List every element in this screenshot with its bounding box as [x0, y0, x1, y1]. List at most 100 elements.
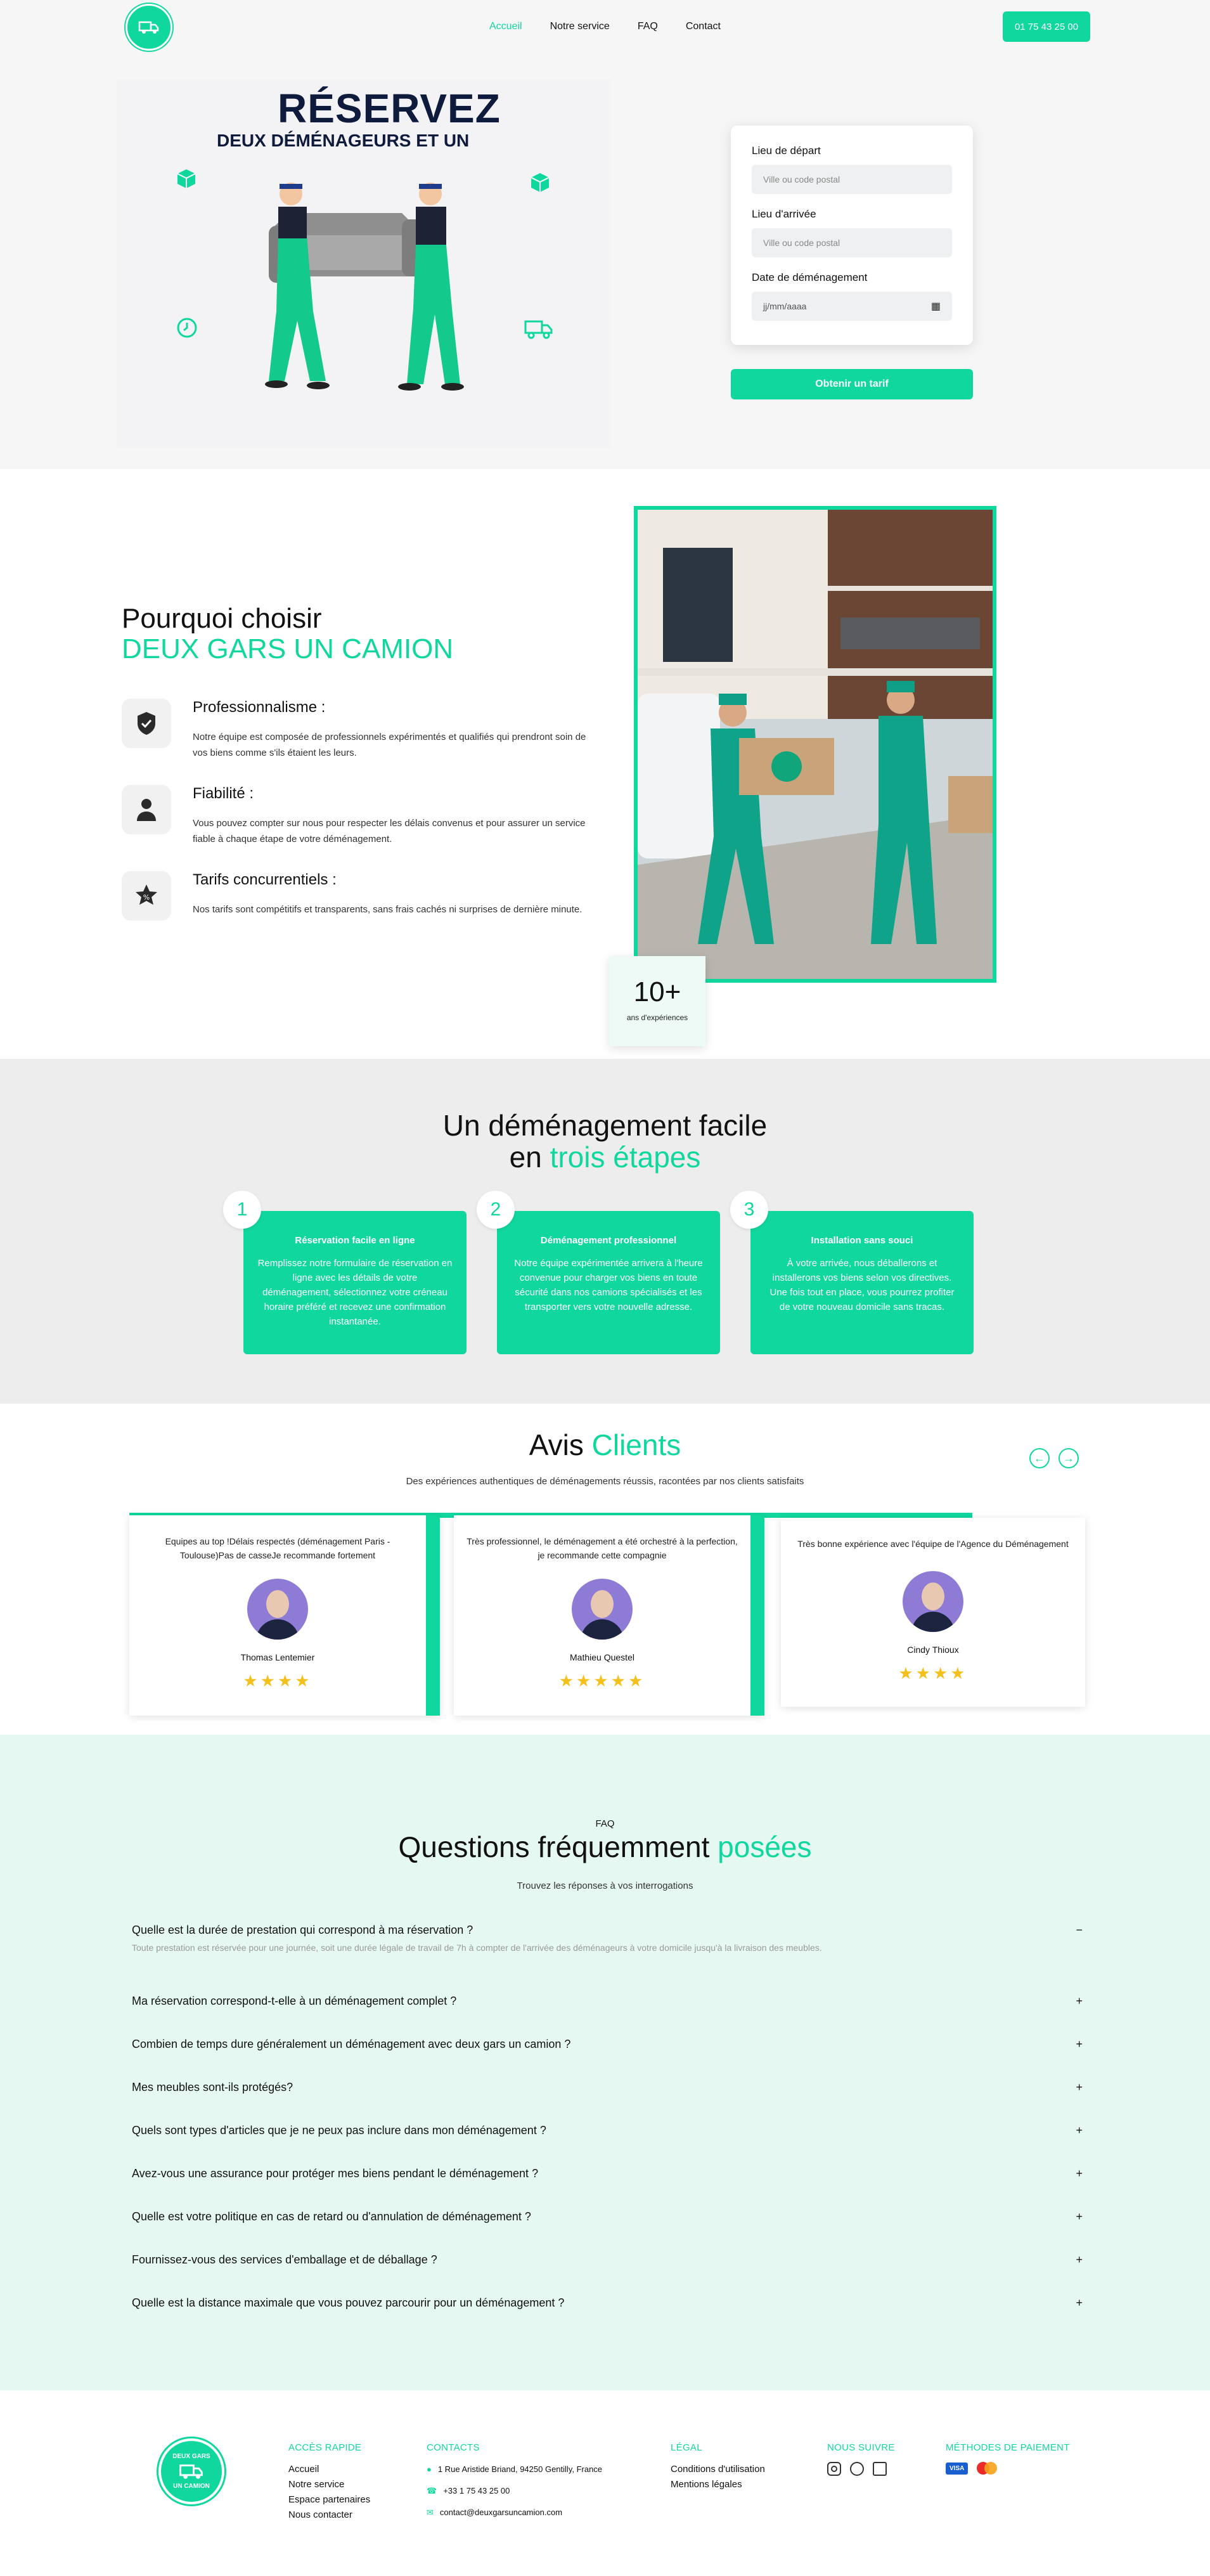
nav-accueil[interactable]: Accueil: [489, 21, 522, 32]
faq-question: Avez-vous une assurance pour protéger me…: [132, 2166, 539, 2180]
faq-item[interactable]: Combien de temps dure généralement un dé…: [132, 2023, 1083, 2066]
footer-contacts: CONTACTS ● 1 Rue Aristide Briand, 94250 G…: [427, 2442, 602, 2520]
faq-item[interactable]: Quels sont types d'articles que je ne pe…: [132, 2109, 1083, 2152]
faq-section: FAQ Questions fréquemment posées Trouvez…: [0, 1735, 1210, 2390]
location-pin-icon: ●: [427, 2464, 432, 2474]
footer-logo-bottom: UN CAMION: [173, 2483, 210, 2490]
footer-email[interactable]: ✉ contact@deuxgarsuncamion.com: [427, 2505, 602, 2520]
reviews-title-a: Avis: [529, 1428, 592, 1461]
footer-link[interactable]: Accueil: [288, 2462, 370, 2477]
departure-input[interactable]: Ville ou code postal: [752, 165, 952, 194]
review-stars: ★★★★: [898, 1664, 968, 1683]
truck-icon: [179, 2464, 203, 2479]
footer-email-text: contact@deuxgarsuncamion.com: [439, 2508, 563, 2517]
linkedin-icon[interactable]: [873, 2462, 887, 2476]
mastercard-orange-circle: [984, 2462, 998, 2475]
instagram-icon[interactable]: [827, 2462, 841, 2476]
step-card-3: Installation sans souci À votre arrivée,…: [750, 1211, 974, 1354]
plus-icon[interactable]: +: [1076, 1995, 1083, 2008]
plus-icon[interactable]: +: [1076, 2296, 1083, 2310]
faq-list: Quelle est la durée de prestation qui co…: [132, 1908, 1083, 2324]
footer-link[interactable]: Notre service: [288, 2477, 370, 2492]
faq-question: Quelle est votre politique en cas de ret…: [132, 2210, 531, 2223]
movers-carrying-box-photo: [638, 510, 993, 979]
carousel-next-button[interactable]: →: [1059, 1448, 1079, 1468]
faq-kicker: FAQ: [595, 1818, 615, 1829]
step-card-1: Réservation facile en ligne Remplissez n…: [243, 1211, 467, 1354]
why-title-line2: DEUX GARS UN CAMION: [122, 633, 454, 664]
step-text: Remplissez notre formulaire de réservati…: [257, 1258, 453, 1327]
departure-label: Lieu de départ: [752, 145, 821, 157]
faq-item[interactable]: Fournissez-vous des services d'emballage…: [132, 2238, 1083, 2281]
steps-section: Un déménagement facile en trois étapes R…: [0, 1059, 1210, 1404]
footer-phone[interactable]: ☎ +33 1 75 43 25 00: [427, 2483, 602, 2499]
get-quote-button[interactable]: Obtenir un tarif: [731, 369, 973, 399]
avatar: [903, 1571, 963, 1632]
arrow-left-icon: ←: [1034, 1451, 1045, 1465]
minus-icon[interactable]: −: [1076, 1924, 1083, 1937]
avatar-shoulders: [581, 1619, 624, 1640]
phone-icon: ☎: [427, 2486, 437, 2495]
feature-title: Fiabilité :: [193, 785, 254, 802]
plus-icon[interactable]: +: [1076, 2038, 1083, 2051]
footer-payment: MÉTHODES DE PAIEMENT VISA: [946, 2442, 1070, 2475]
step-title: Installation sans souci: [811, 1235, 913, 1246]
footer-logo[interactable]: DEUX GARS UN CAMION: [158, 2438, 224, 2504]
steps-title: Un déménagement facile en trois étapes: [0, 1110, 1210, 1173]
calendar-icon[interactable]: ▦: [931, 300, 941, 313]
footer-address: ● 1 Rue Aristide Briand, 94250 Gentilly, …: [427, 2462, 602, 2477]
logo[interactable]: [126, 4, 172, 51]
feature-text: Notre équipe est composée de professionn…: [193, 732, 586, 758]
reviewer-name: Cindy Thioux: [907, 1645, 959, 1655]
faq-item[interactable]: Avez-vous une assurance pour protéger me…: [132, 2152, 1083, 2195]
quote-form: Lieu de départ Ville ou code postal Lieu…: [731, 126, 973, 345]
feature-title: Professionnalisme :: [193, 699, 326, 716]
nav-contact[interactable]: Contact: [686, 21, 721, 32]
nav-notre-service[interactable]: Notre service: [550, 21, 610, 32]
date-placeholder: jj/mm/aaaa: [763, 301, 807, 311]
step-number-1: 1: [223, 1191, 261, 1229]
arrow-right-icon: →: [1063, 1451, 1074, 1465]
review-text: Très bonne expérience avec l'équipe de l…: [797, 1539, 1069, 1549]
plus-icon[interactable]: +: [1076, 2253, 1083, 2267]
plus-icon[interactable]: +: [1076, 2210, 1083, 2223]
step-text: Notre équipe expérimentée arrivera à l'h…: [514, 1258, 703, 1312]
faq-item[interactable]: Quelle est votre politique en cas de ret…: [132, 2195, 1083, 2238]
footer-link[interactable]: Conditions d'utilisation: [671, 2462, 765, 2477]
payment-icons: VISA: [946, 2462, 1070, 2475]
footer-logo-top: DEUX GARS: [172, 2453, 210, 2460]
reviews-subtitle: Des expériences authentiques de déménage…: [406, 1476, 804, 1487]
plus-icon[interactable]: +: [1076, 2081, 1083, 2094]
faq-title-b: posées: [718, 1830, 812, 1863]
faq-item[interactable]: Quelle est la distance maximale que vous…: [132, 2281, 1083, 2324]
footer-address-text: 1 Rue Aristide Briand, 94250 Gentilly, F…: [437, 2464, 603, 2474]
date-input[interactable]: jj/mm/aaaa ▦: [752, 292, 952, 321]
faq-item[interactable]: Ma réservation correspond-t-elle à un dé…: [132, 1979, 1083, 2023]
reviewer-name: Thomas Lentemier: [240, 1652, 315, 1662]
faq-subtitle: Trouvez les réponses à vos interrogation…: [517, 1880, 693, 1891]
arrival-input[interactable]: Ville ou code postal: [752, 228, 952, 257]
footer-phone-text: +33 1 75 43 25 00: [443, 2486, 510, 2495]
nav-faq[interactable]: FAQ: [638, 21, 658, 32]
plus-icon[interactable]: +: [1076, 2124, 1083, 2137]
arrival-label: Lieu d'arrivée: [752, 208, 816, 220]
footer-link[interactable]: Mentions légales: [671, 2477, 765, 2492]
plus-icon[interactable]: +: [1076, 2167, 1083, 2180]
review-card: Très bonne expérience avec l'équipe de l…: [781, 1518, 1085, 1707]
why-title-line1: Pourquoi choisir: [122, 603, 322, 634]
threads-icon[interactable]: [850, 2462, 864, 2476]
reviews-title: Avis Clients: [0, 1428, 1210, 1462]
faq-item[interactable]: Mes meubles sont-ils protégés? +: [132, 2066, 1083, 2109]
site-header: Accueil Notre service FAQ Contact 01 75 …: [0, 0, 1210, 55]
avatar-head: [591, 1590, 614, 1618]
phone-button[interactable]: 01 75 43 25 00: [1003, 11, 1090, 42]
step-text: À votre arrivée, nous déballerons et ins…: [769, 1258, 955, 1312]
faq-question: Quelle est la distance maximale que vous…: [132, 2296, 565, 2309]
footer-heading: ACCÈS RAPIDE: [288, 2442, 362, 2453]
review-text: Equipes au top !Délais respectés (déména…: [165, 1536, 390, 1560]
svg-text:%: %: [143, 893, 150, 902]
visa-icon: VISA: [946, 2462, 969, 2475]
footer-link[interactable]: Nous contacter: [288, 2508, 370, 2523]
carousel-prev-button[interactable]: ←: [1029, 1448, 1050, 1468]
footer-link[interactable]: Espace partenaires: [288, 2492, 370, 2508]
